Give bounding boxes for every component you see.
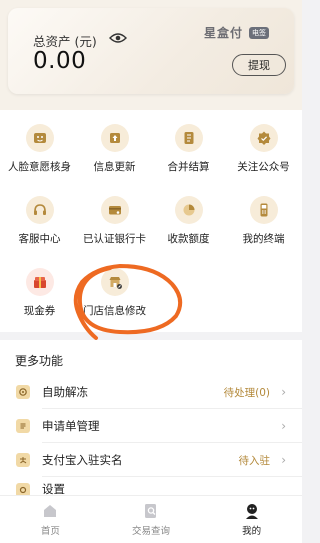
grid-label: 门店信息修改 <box>83 305 146 317</box>
asset-card: 总资产 (元) 0.00 星盒付 电签 提现 <box>8 8 294 94</box>
eye-icon[interactable] <box>109 32 127 44</box>
row-status: 待处理(0) <box>223 386 270 399</box>
settlement-icon <box>174 124 203 152</box>
grid-label: 收款额度 <box>167 233 210 245</box>
grid-item-bank-card[interactable]: 已认证银行卡 <box>77 196 152 256</box>
badge-icon <box>249 124 278 152</box>
cash-voucher-icon <box>25 268 54 296</box>
row-settings[interactable]: 设置 <box>0 477 302 495</box>
grid-label: 已认证银行卡 <box>83 233 146 245</box>
grid-label: 现金券 <box>23 305 56 317</box>
grid-label: 人脸意愿核身 <box>8 161 71 173</box>
brand-logo: 星盒付 电签 <box>204 24 270 41</box>
alipay-icon <box>16 453 30 467</box>
row-application-management[interactable]: 申请单管理 › <box>0 409 302 443</box>
nav-transaction-query[interactable]: 交易查询 <box>101 496 202 543</box>
transaction-search-icon <box>145 504 156 518</box>
grid-item-store-info-edit[interactable]: 门店信息修改 <box>77 268 152 328</box>
face-id-icon <box>25 124 54 152</box>
grid-label: 合并结算 <box>167 161 210 173</box>
grid-item-merge-settlement[interactable]: 合并结算 <box>151 124 226 184</box>
nav-home[interactable]: 首页 <box>0 496 101 543</box>
unfreeze-icon <box>16 385 30 399</box>
row-label: 支付宝入驻实名 <box>42 453 123 467</box>
more-functions-title: 更多功能 <box>15 354 64 368</box>
bank-card-icon <box>100 196 129 224</box>
grid-item-info-update[interactable]: 信息更新 <box>77 124 152 184</box>
form-icon <box>16 419 30 433</box>
nav-label: 交易查询 <box>132 526 171 537</box>
brand-tag: 电签 <box>249 26 270 39</box>
row-label: 设置 <box>42 482 65 495</box>
grid-item-my-terminal[interactable]: 我的终端 <box>226 196 301 256</box>
function-grid: 人脸意愿核身 信息更新 合并结算 关注公众号 客服中心 已认证银行卡 收款额度 … <box>0 110 302 332</box>
bottom-navigation: 首页 交易查询 我的 <box>0 495 302 543</box>
pos-terminal-icon <box>249 196 278 224</box>
chevron-right-icon: › <box>281 453 286 467</box>
store-edit-icon <box>100 268 129 296</box>
pie-chart-icon <box>174 196 203 224</box>
grid-label: 客服中心 <box>18 233 61 245</box>
grid-item-face-verify[interactable]: 人脸意愿核身 <box>2 124 77 184</box>
settings-icon <box>16 483 30 495</box>
total-assets-value: 0.00 <box>33 48 87 74</box>
grid-label: 信息更新 <box>93 161 136 173</box>
brand-name: 星盒付 <box>204 26 244 40</box>
nav-label: 我的 <box>242 526 262 537</box>
grid-label: 我的终端 <box>242 233 285 245</box>
chevron-right-icon: › <box>281 385 286 399</box>
profile-icon <box>245 504 258 519</box>
grid-item-follow-account[interactable]: 关注公众号 <box>226 124 301 184</box>
withdraw-button[interactable]: 提现 <box>232 54 286 76</box>
home-icon <box>44 505 57 517</box>
row-label: 申请单管理 <box>42 419 100 433</box>
headset-icon <box>25 196 54 224</box>
more-functions-section: 更多功能 自助解冻 待处理(0) › 申请单管理 › 支付宝入驻实名 待入驻 ›… <box>0 340 302 495</box>
row-label: 自助解冻 <box>42 385 88 399</box>
upload-icon <box>100 124 129 152</box>
nav-mine[interactable]: 我的 <box>201 496 302 543</box>
row-alipay-realname[interactable]: 支付宝入驻实名 待入驻 › <box>0 443 302 477</box>
grid-item-payment-limit[interactable]: 收款额度 <box>151 196 226 256</box>
chevron-right-icon: › <box>281 419 286 433</box>
nav-label: 首页 <box>40 526 60 537</box>
grid-label: 关注公众号 <box>237 161 290 173</box>
grid-item-customer-service[interactable]: 客服中心 <box>2 196 77 256</box>
row-status: 待入驻 <box>238 454 271 467</box>
grid-item-cash-voucher[interactable]: 现金券 <box>2 268 77 328</box>
row-self-unfreeze[interactable]: 自助解冻 待处理(0) › <box>0 375 302 409</box>
